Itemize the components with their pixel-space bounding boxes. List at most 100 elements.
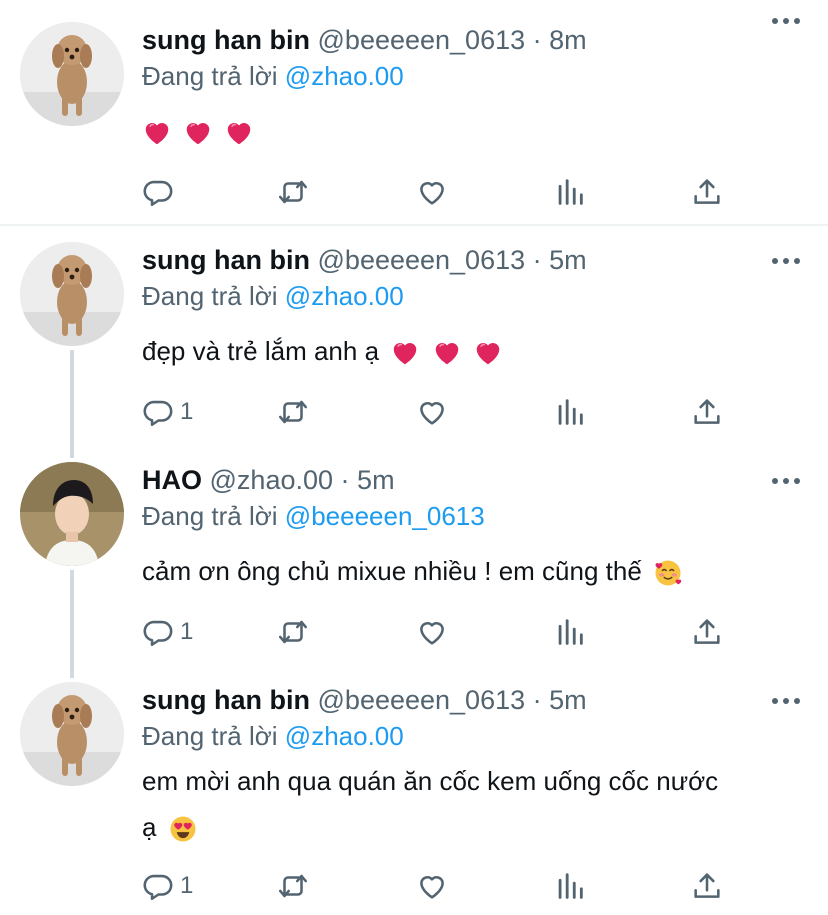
- replying-to: Đang trả lời @zhao.00: [142, 58, 404, 94]
- mention-link[interactable]: @zhao.00: [285, 61, 404, 91]
- avatar[interactable]: [20, 682, 124, 786]
- more-icon[interactable]: [772, 694, 800, 708]
- like-icon: [420, 622, 444, 645]
- retweet-icon: [278, 874, 308, 898]
- share-button[interactable]: [690, 394, 724, 430]
- like-button[interactable]: [415, 868, 449, 904]
- tweet[interactable]: sung han bin @beeeeen_0613 · 5m Đang trả…: [0, 226, 828, 446]
- retweet-button[interactable]: [276, 394, 310, 430]
- tweet-text-content: ạ: [142, 812, 157, 842]
- like-button[interactable]: [415, 394, 449, 430]
- heart-eyes-emoji: [170, 816, 196, 842]
- timestamp[interactable]: 8m: [549, 25, 587, 55]
- reply-icon: [143, 180, 173, 207]
- tweet-text: cảm ơn ông chủ mixue nhiều ! em cũng thế: [142, 548, 792, 594]
- analytics-button[interactable]: [553, 868, 587, 904]
- separator: ·: [340, 465, 350, 495]
- poodle-avatar-image: [20, 22, 124, 126]
- tweet-actions: 1: [140, 394, 740, 430]
- replying-to-label: Đang trả lời: [142, 61, 278, 91]
- retweet-button[interactable]: [276, 614, 310, 650]
- replying-to: Đang trả lời @beeeeen_0613: [142, 498, 485, 534]
- reply-button[interactable]: [140, 174, 180, 210]
- username[interactable]: @beeeeen_0613: [318, 25, 526, 55]
- poodle-avatar-image: [20, 682, 124, 786]
- tweet[interactable]: sung han bin @beeeeen_0613 · 5m Đang trả…: [0, 666, 828, 915]
- display-name[interactable]: sung han bin: [142, 685, 310, 715]
- share-button[interactable]: [690, 174, 724, 210]
- red-heart-emoji: [186, 122, 211, 146]
- separator: ·: [532, 25, 542, 55]
- display-name[interactable]: HAO: [142, 465, 202, 495]
- share-icon: [694, 619, 720, 644]
- timestamp[interactable]: 5m: [549, 245, 587, 275]
- like-icon: [420, 402, 444, 425]
- reply-icon: [143, 620, 173, 647]
- retweet-button[interactable]: [276, 174, 310, 210]
- red-heart-emoji: [475, 342, 500, 366]
- tweet-header: sung han bin @beeeeen_0613 · 5m: [142, 680, 587, 720]
- username[interactable]: @zhao.00: [210, 465, 334, 495]
- tweet-text-line: ạ: [142, 804, 792, 850]
- tweet-header: sung han bin @beeeeen_0613 · 8m: [142, 20, 587, 60]
- replying-to-label: Đang trả lời: [142, 281, 278, 311]
- replying-to: Đang trả lời @zhao.00: [142, 278, 404, 314]
- tweet[interactable]: HAO @zhao.00 · 5m Đang trả lời @beeeeen_…: [0, 446, 828, 666]
- tweet-actions: 1: [140, 614, 740, 650]
- reply-icon: [143, 874, 173, 901]
- more-icon[interactable]: [772, 254, 800, 268]
- reply-button[interactable]: 1: [140, 868, 193, 904]
- retweet-button[interactable]: [276, 868, 310, 904]
- red-heart-emoji: [227, 122, 252, 146]
- like-button[interactable]: [415, 174, 449, 210]
- analytics-button[interactable]: [553, 174, 587, 210]
- tweet-text: [142, 108, 792, 154]
- analytics-button[interactable]: [553, 394, 587, 430]
- retweet-icon: [278, 620, 308, 644]
- separator: ·: [532, 685, 542, 715]
- reply-button[interactable]: 1: [140, 614, 193, 650]
- more-icon[interactable]: [772, 474, 800, 488]
- red-heart-emoji: [144, 122, 170, 146]
- share-icon: [694, 179, 720, 204]
- tweet[interactable]: sung han bin @beeeeen_0613 · 8m Đang trả…: [0, 0, 828, 224]
- tweet-text: em mời anh qua quán ăn cốc kem uống cốc …: [142, 758, 792, 850]
- smiling-face-with-hearts-emoji: [654, 559, 683, 587]
- share-button[interactable]: [690, 868, 724, 904]
- reply-count: 1: [180, 618, 194, 645]
- tweet-text-content: đẹp và trẻ lắm anh ạ: [142, 336, 380, 366]
- avatar[interactable]: [20, 22, 124, 126]
- share-button[interactable]: [690, 614, 724, 650]
- timestamp[interactable]: 5m: [549, 685, 587, 715]
- like-button[interactable]: [415, 614, 449, 650]
- display-name[interactable]: sung han bin: [142, 245, 310, 275]
- mention-link[interactable]: @beeeeen_0613: [285, 501, 485, 531]
- replying-to: Đang trả lời @zhao.00: [142, 718, 404, 754]
- share-icon: [694, 873, 720, 898]
- reply-button[interactable]: 1: [140, 394, 193, 430]
- avatar[interactable]: [20, 242, 124, 346]
- username[interactable]: @beeeeen_0613: [318, 685, 526, 715]
- poodle-avatar-image: [20, 242, 124, 346]
- display-name[interactable]: sung han bin: [142, 25, 310, 55]
- username[interactable]: @beeeeen_0613: [318, 245, 526, 275]
- tweet-text: đẹp và trẻ lắm anh ạ: [142, 328, 792, 374]
- tweet-header: HAO @zhao.00 · 5m: [142, 460, 395, 500]
- person-avatar-image: [20, 462, 124, 566]
- replying-to-label: Đang trả lời: [142, 501, 278, 531]
- tweet-actions: 1: [140, 868, 740, 904]
- mention-link[interactable]: @zhao.00: [285, 721, 404, 751]
- analytics-icon: [558, 619, 583, 645]
- reply-count: 1: [180, 872, 194, 899]
- avatar[interactable]: [20, 462, 124, 566]
- red-heart-emoji: [393, 342, 418, 366]
- timestamp[interactable]: 5m: [357, 465, 395, 495]
- replying-to-label: Đang trả lời: [142, 721, 278, 751]
- mention-link[interactable]: @zhao.00: [285, 281, 404, 311]
- analytics-button[interactable]: [553, 614, 587, 650]
- like-icon: [420, 182, 444, 205]
- separator: ·: [532, 245, 542, 275]
- more-icon[interactable]: [772, 14, 800, 28]
- tweet-text-content: cảm ơn ông chủ mixue nhiều ! em cũng thế: [142, 556, 642, 586]
- reply-count: 1: [180, 398, 194, 425]
